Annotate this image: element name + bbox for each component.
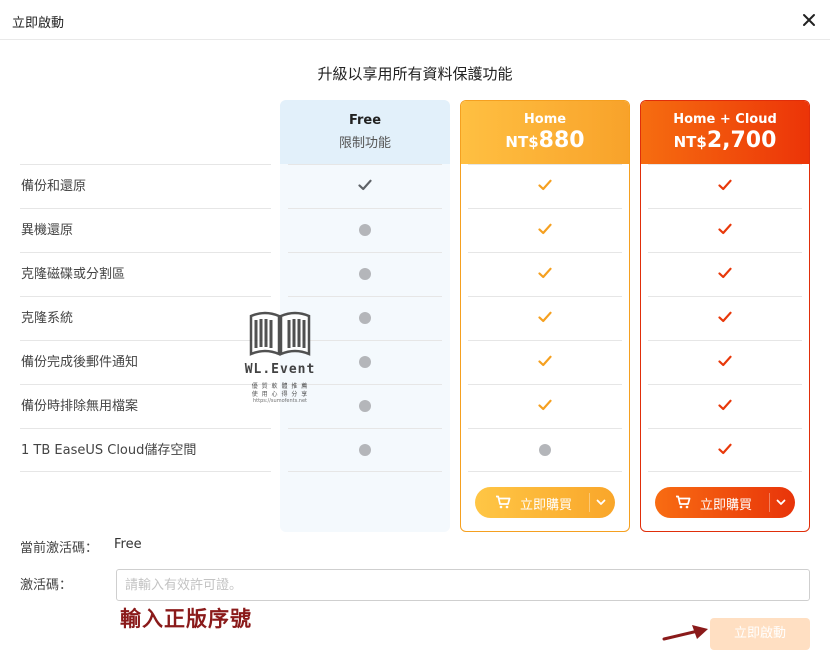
check-icon <box>718 355 732 367</box>
feature-cell <box>461 252 629 296</box>
plan-column-home: Home NT$880 立即購買 <box>460 100 630 532</box>
dot-icon <box>359 312 371 324</box>
feature-cell <box>280 164 450 208</box>
feature-cell <box>461 296 629 340</box>
price-currency: NT$ <box>673 133 707 151</box>
check-icon <box>538 311 552 323</box>
close-icon[interactable] <box>798 9 820 31</box>
book-icon <box>249 311 311 356</box>
feature-cell <box>280 208 450 252</box>
feature-row: 1 TB EaseUS Cloud儲存空間 <box>20 428 271 472</box>
check-icon <box>538 223 552 235</box>
plan-header-free: Free 限制功能 <box>280 100 450 164</box>
feature-cell <box>641 296 809 340</box>
watermark-line: 使 用 心 得 分 享 <box>251 391 309 398</box>
check-icon <box>538 355 552 367</box>
activation-code-input[interactable] <box>116 569 810 601</box>
feature-cell <box>461 208 629 252</box>
buy-now-label: 立即購買 <box>520 498 573 513</box>
feature-cell <box>461 428 629 472</box>
annotation-text: 輸入正版序號 <box>120 607 252 631</box>
dot-icon <box>359 356 371 368</box>
button-divider <box>589 493 590 512</box>
dot-icon <box>359 444 371 456</box>
check-icon <box>538 267 552 279</box>
check-icon <box>358 179 372 191</box>
watermark-url: https://sumofents.net <box>253 398 307 404</box>
buy-now-button-home-cloud[interactable]: 立即購買 <box>655 487 795 518</box>
dot-icon <box>539 444 551 456</box>
feature-cell <box>641 252 809 296</box>
feature-cell <box>461 340 629 384</box>
page-headline: 升級以享用所有資料保護功能 <box>317 65 513 83</box>
feature-cells-home <box>461 164 629 472</box>
plan-price: NT$2,700 <box>641 128 809 153</box>
watermark-brand: WL.Event <box>244 362 316 377</box>
plan-name: Home <box>523 112 567 127</box>
feature-cells-home-cloud <box>641 164 809 472</box>
check-icon <box>718 399 732 411</box>
current-license-label: 當前激活碼： <box>20 541 99 556</box>
check-icon <box>538 399 552 411</box>
plan-price: NT$880 <box>461 128 629 153</box>
chevron-down-icon[interactable] <box>596 499 606 506</box>
buy-now-label: 立即購買 <box>700 498 753 513</box>
activation-code-label: 激活碼： <box>20 578 73 593</box>
plan-column-home-cloud: Home + Cloud NT$2,700 立即購買 <box>640 100 810 532</box>
feature-row: 備份和還原 <box>20 164 271 208</box>
button-divider <box>769 493 770 512</box>
check-icon <box>718 443 732 455</box>
check-icon <box>718 311 732 323</box>
feature-cell <box>641 340 809 384</box>
plan-subtitle: 限制功能 <box>338 136 391 151</box>
check-icon <box>538 179 552 191</box>
cart-icon <box>676 495 691 509</box>
plan-header-home-cloud: Home + Cloud NT$2,700 <box>641 101 809 164</box>
activate-now-button[interactable]: 立即啟動 <box>710 618 810 650</box>
arrow-icon <box>662 625 708 641</box>
feature-cell <box>641 384 809 428</box>
feature-cell <box>461 164 629 208</box>
buy-now-button-home[interactable]: 立即購買 <box>475 487 615 518</box>
current-license-value: Free <box>114 537 142 552</box>
plan-name: Free <box>348 113 382 128</box>
check-icon <box>718 179 732 191</box>
feature-cell <box>461 384 629 428</box>
feature-row: 異機還原 <box>20 208 271 252</box>
current-license: 當前激活碼： Free <box>20 537 142 556</box>
window-title: 立即啟動 <box>12 16 65 31</box>
price-amount: 880 <box>538 128 585 153</box>
title-bar: 立即啟動 <box>0 0 830 40</box>
price-currency: NT$ <box>505 133 539 151</box>
plan-name: Home + Cloud <box>673 112 777 127</box>
feature-cell <box>641 164 809 208</box>
plan-header-home: Home NT$880 <box>461 101 629 164</box>
feature-cell <box>280 428 450 472</box>
feature-cell <box>641 208 809 252</box>
cart-icon <box>496 495 511 509</box>
feature-cell <box>280 252 450 296</box>
check-icon <box>718 223 732 235</box>
dot-icon <box>359 224 371 236</box>
dot-icon <box>359 400 371 412</box>
feature-cell <box>641 428 809 472</box>
check-icon <box>718 267 732 279</box>
watermark: WL.Event 優 質 軟 體 推 薦 使 用 心 得 分 享 https:/… <box>232 308 328 413</box>
price-amount: 2,700 <box>706 128 777 153</box>
dot-icon <box>359 268 371 280</box>
chevron-down-icon[interactable] <box>776 499 786 506</box>
feature-row: 克隆磁碟或分割區 <box>20 252 271 296</box>
